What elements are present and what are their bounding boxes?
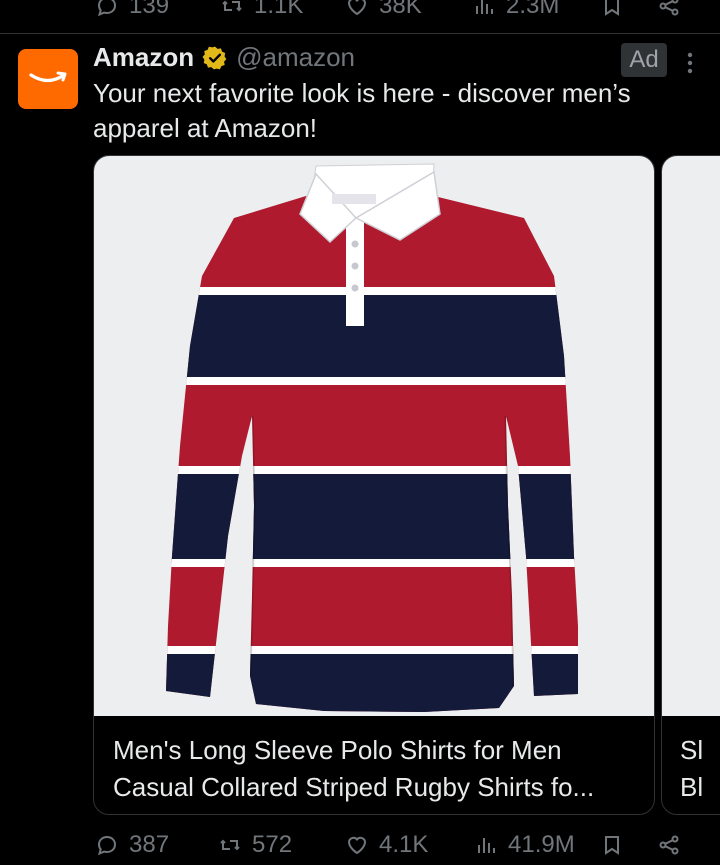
prev-share-button[interactable] — [657, 0, 681, 26]
prev-repost-button[interactable]: 1.1K — [220, 0, 303, 26]
like-icon — [347, 836, 367, 855]
prev-reply-button[interactable]: 139 — [95, 0, 169, 26]
more-icon — [687, 52, 693, 74]
product-card[interactable]: Men's Long Sleeve Polo Shirts for Men Ca… — [93, 155, 655, 815]
product-title[interactable]: Men's Long Sleeve Polo Shirts for Men Ca… — [113, 732, 643, 806]
prev-reply-count: 139 — [129, 0, 170, 19]
post-header: Amazon @amazon — [93, 42, 355, 73]
next-product-card[interactable]: Sl Bl — [661, 155, 720, 815]
views-count: 41.9M — [508, 831, 575, 858]
reply-icon — [97, 0, 117, 17]
repost-icon — [220, 839, 240, 851]
share-icon — [659, 835, 679, 855]
views-icon — [476, 0, 493, 14]
verified-badge-icon[interactable] — [202, 45, 228, 71]
post-action-bar: 387 572 4.1K 41.9M — [0, 825, 720, 865]
prev-like-button[interactable]: 38K — [345, 0, 422, 26]
previous-post-action-bar: 139 1.1K 38K 2.3M — [0, 0, 720, 26]
repost-button[interactable]: 572 — [218, 825, 292, 865]
prev-repost-count: 1.1K — [254, 0, 304, 19]
author-name[interactable]: Amazon — [93, 42, 194, 73]
amazon-logo — [29, 71, 67, 83]
ad-badge: Ad — [621, 43, 667, 77]
striped-polo-shirt-image — [166, 163, 578, 712]
next-product-title[interactable]: Sl Bl — [680, 732, 720, 806]
like-icon — [347, 0, 367, 16]
reply-count: 387 — [129, 831, 170, 858]
repost-count: 572 — [252, 831, 293, 858]
repost-icon — [222, 0, 242, 12]
prev-views-button[interactable]: 2.3M — [472, 0, 559, 26]
next-product-image[interactable] — [662, 156, 720, 716]
bookmark-button[interactable] — [600, 825, 624, 865]
views-icon — [478, 838, 495, 853]
post-text: Your next favorite look is here - discov… — [93, 78, 631, 143]
share-button[interactable] — [657, 825, 681, 865]
like-count: 4.1K — [379, 831, 429, 858]
product-image[interactable] — [94, 156, 654, 716]
author-avatar[interactable] — [18, 49, 78, 109]
views-button[interactable]: 41.9M — [474, 825, 575, 865]
author-handle[interactable]: @amazon — [236, 42, 355, 73]
prev-bookmark-button[interactable] — [600, 0, 624, 26]
bookmark-icon — [605, 0, 619, 16]
prev-views-count: 2.3M — [506, 0, 560, 19]
prev-like-count: 38K — [379, 0, 422, 19]
reply-icon — [97, 835, 117, 856]
bookmark-icon — [605, 836, 619, 855]
more-options-button[interactable] — [680, 48, 700, 78]
reply-button[interactable]: 387 — [95, 825, 169, 865]
post-divider — [0, 33, 720, 34]
like-button[interactable]: 4.1K — [345, 825, 428, 865]
share-icon — [659, 0, 679, 16]
